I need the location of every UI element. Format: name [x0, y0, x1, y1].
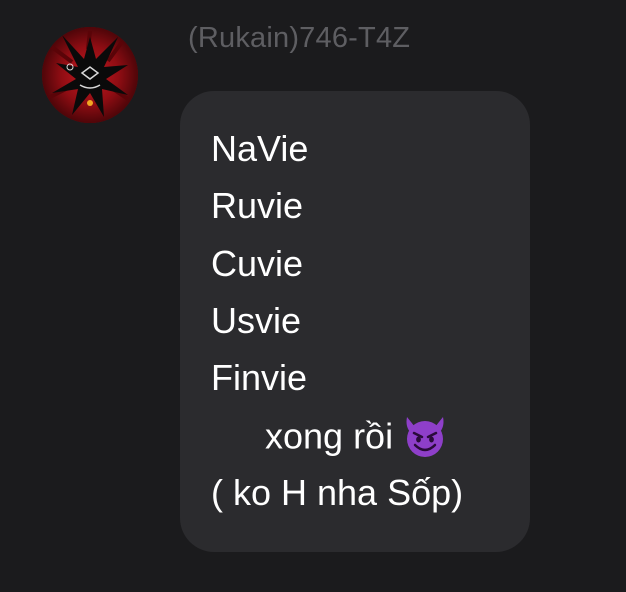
avatar[interactable] [42, 27, 138, 123]
message-line: ( ko H nha Sốp) [211, 472, 464, 513]
avatar-image [42, 27, 138, 123]
smiling-devil-emoji-icon [401, 413, 449, 465]
message-line-text: xong rồi [265, 415, 394, 457]
sender-name: (Rukain)746-T4Z [188, 22, 411, 54]
message-line: Usvie [211, 300, 302, 341]
message-line: Cuvie [211, 243, 304, 284]
message-line: Finvie [211, 357, 308, 398]
message-bubble[interactable]: NaVie Ruvie Cuvie Usvie Finvie xong rồi … [180, 91, 530, 552]
message-line-with-emoji: xong rồi [265, 413, 449, 465]
chat-message: (Rukain)746-T4Z NaVie Ruvie Cuvie Usvie … [0, 0, 626, 592]
message-line: Ruvie [211, 185, 304, 226]
message-line: NaVie [211, 128, 309, 169]
smiling-devil-emoji-svg [406, 417, 444, 457]
